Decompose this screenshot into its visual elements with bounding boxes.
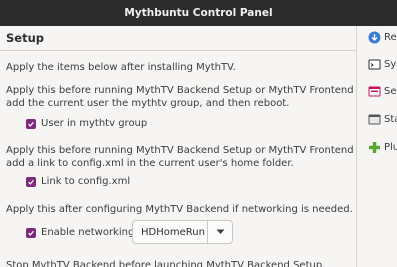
setup-intro-text: Apply the items below after installing M…: [6, 62, 236, 73]
down-arrow-circle-icon: [368, 31, 381, 44]
sidebar-item-label: Se: [384, 86, 397, 97]
enable-networking-checkbox[interactable]: Enable networking: [26, 227, 134, 238]
link-to-config-xml-label: Link to config.xml: [41, 176, 131, 187]
sidebar-item-label: Plu: [384, 142, 397, 153]
sidebar-item-system[interactable]: Sys: [368, 58, 397, 71]
checkbox-checked-icon[interactable]: [26, 118, 36, 129]
startup-window-icon: [368, 114, 381, 125]
sidebar-item-label: Sta: [384, 114, 397, 125]
window-title-bar: Mythbuntu Control Panel: [0, 0, 397, 26]
sidebar-item-label: Re: [384, 32, 397, 43]
sidebar-item-settings[interactable]: Se: [368, 85, 397, 98]
link-to-config-xml-checkbox[interactable]: Link to config.xml: [26, 176, 130, 187]
config-link-description-line1: Apply this before running MythTV Backend…: [6, 145, 367, 156]
checkbox-checked-icon[interactable]: [26, 176, 36, 187]
mythtv-group-description-line2: add the current user the mythtv group, a…: [6, 98, 290, 109]
config-link-description-line2: add a link to config.xml in the current …: [6, 158, 294, 169]
sidebar: Re Sys Se Sta Plu: [356, 26, 397, 267]
sidebar-item-remove[interactable]: Re: [368, 31, 397, 44]
page-title: Setup: [0, 26, 356, 50]
backend-stop-description: Stop MythTV Backend before launching Myt…: [6, 260, 326, 267]
enable-networking-label: Enable networking: [41, 227, 135, 238]
sidebar-item-label: Sys: [384, 59, 397, 70]
dropdown-arrow-icon[interactable]: [207, 221, 232, 243]
networking-description: Apply this after configuring MythTV Back…: [6, 204, 353, 215]
plus-icon: [369, 142, 380, 153]
user-in-mythtv-group-label: User in mythtv group: [41, 118, 148, 129]
user-in-mythtv-group-checkbox[interactable]: User in mythtv group: [26, 118, 147, 129]
settings-window-icon: [368, 86, 381, 97]
sidebar-item-plugins[interactable]: Plu: [368, 141, 397, 154]
mythtv-group-description-line1: Apply this before running MythTV Backend…: [6, 85, 367, 96]
sidebar-item-startup[interactable]: Sta: [368, 113, 397, 126]
network-type-dropdown[interactable]: HDHomeRun: [132, 220, 233, 244]
terminal-icon: [368, 59, 381, 70]
window-title: Mythbuntu Control Panel: [124, 7, 273, 19]
network-type-selected-value: HDHomeRun: [141, 226, 205, 238]
header-divider: [0, 50, 356, 51]
checkbox-checked-icon[interactable]: [26, 227, 36, 238]
